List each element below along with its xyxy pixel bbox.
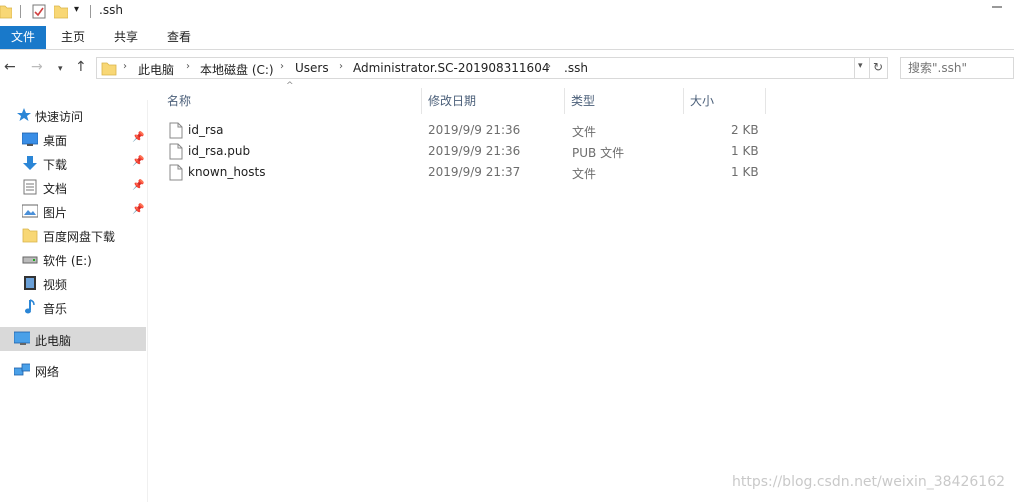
sidebar-item-this-pc[interactable]: 此电脑 [0, 327, 146, 351]
refresh-button[interactable]: ↻ [870, 57, 888, 79]
star-icon [17, 108, 31, 121]
breadcrumb-users[interactable]: Users [295, 61, 329, 75]
file-name: id_rsa.pub [188, 144, 251, 158]
download-arrow-icon [23, 156, 37, 170]
minimize-icon[interactable] [990, 2, 1004, 12]
crumb-separator-icon[interactable]: › [123, 61, 127, 72]
column-type[interactable]: 类型 [564, 88, 683, 114]
file-icon [169, 164, 183, 181]
sidebar-item-music[interactable]: 音乐 [0, 296, 146, 318]
pin-icon[interactable]: 📌 [132, 156, 144, 167]
navigation-bar: ← → ▾ ↑ › 此电脑 › 本地磁盘 (C:) › Users › Admi… [0, 55, 1014, 81]
file-date: 2019/9/9 21:37 [428, 165, 521, 179]
pin-icon[interactable]: 📌 [132, 180, 144, 191]
file-row[interactable]: known_hosts 2019/9/9 21:37 文件 1 KB [166, 162, 766, 183]
sidebar-item-videos[interactable]: 视频 [0, 272, 146, 294]
file-row[interactable]: id_rsa.pub 2019/9/9 21:36 PUB 文件 1 KB [166, 141, 766, 162]
crumb-separator-icon[interactable]: › [339, 61, 343, 72]
address-bar[interactable]: › 此电脑 › 本地磁盘 (C:) › Users › Administrato… [96, 57, 855, 79]
window-title: .ssh [99, 3, 123, 17]
chevron-down-icon: ▾ [858, 61, 863, 71]
sidebar-item-desktop[interactable]: 桌面 📌 [0, 128, 146, 150]
tab-file[interactable]: 文件 [0, 26, 46, 49]
drive-icon [22, 256, 38, 264]
sidebar-item-label: 音乐 [43, 302, 68, 316]
forward-arrow-icon[interactable]: → [31, 59, 43, 75]
customize-toolbar-icon[interactable]: ▾ [74, 4, 79, 20]
column-date-modified[interactable]: 修改日期 [421, 88, 564, 114]
tab-view[interactable]: 查看 [166, 26, 192, 49]
crumb-separator-icon[interactable]: › [280, 61, 284, 72]
pin-icon[interactable]: 📌 [132, 204, 144, 215]
breadcrumb-administrator[interactable]: Administrator.SC-201908311604 [353, 61, 549, 75]
tab-home[interactable]: 主页 [60, 26, 86, 49]
network-icon [14, 363, 30, 376]
file-name: id_rsa [188, 123, 224, 137]
crumb-separator-icon[interactable]: › [186, 61, 190, 72]
sidebar-item-label: 下载 [43, 158, 68, 172]
sidebar-item-label: 软件 (E:) [43, 254, 92, 268]
column-name[interactable]: 名称 [160, 88, 421, 114]
new-folder-icon[interactable] [54, 3, 68, 19]
sidebar-item-label: 文档 [43, 182, 68, 196]
music-note-icon [25, 299, 35, 314]
sidebar-item-label: 视频 [43, 278, 68, 292]
file-icon [169, 122, 183, 139]
refresh-icon: ↻ [873, 60, 884, 74]
ribbon-tabs: 文件 主页 共享 查看 [0, 26, 1014, 50]
file-type: 文件 [572, 167, 597, 181]
search-input[interactable] [900, 57, 1014, 79]
tab-share[interactable]: 共享 [113, 26, 139, 49]
folder-icon [101, 62, 117, 76]
sidebar-item-label: 快速访问 [35, 110, 84, 124]
recent-locations-icon[interactable]: ▾ [58, 61, 63, 77]
properties-check-icon[interactable] [32, 3, 46, 19]
sidebar-item-network[interactable]: 网络 [0, 359, 146, 381]
sidebar-item-documents[interactable]: 文档 📌 [0, 176, 146, 198]
file-row[interactable]: id_rsa 2019/9/9 21:36 文件 2 KB [166, 120, 766, 141]
sidebar-item-drive-e[interactable]: 软件 (E:) [0, 248, 146, 270]
file-size: 2 KB [731, 123, 759, 137]
sidebar-item-label: 桌面 [43, 134, 68, 148]
crumb-separator-icon[interactable]: › [547, 61, 551, 72]
file-type: 文件 [572, 125, 597, 139]
file-size: 1 KB [731, 165, 759, 179]
back-arrow-icon[interactable]: ← [4, 59, 16, 75]
sidebar-item-label: 此电脑 [35, 334, 72, 348]
sidebar-item-label: 百度网盘下载 [43, 230, 116, 244]
picture-icon [22, 204, 38, 218]
file-type: PUB 文件 [572, 146, 625, 160]
sidebar-item-quick-access[interactable]: 快速访问 [0, 104, 146, 126]
sidebar-item-label: 图片 [43, 206, 68, 220]
sidebar-item-baidu-downloads[interactable]: 百度网盘下载 [0, 224, 146, 246]
computer-icon [14, 331, 30, 345]
breadcrumb-this-pc[interactable]: 此电脑 [138, 61, 174, 78]
file-size: 1 KB [731, 144, 759, 158]
file-icon [169, 143, 183, 160]
folder-icon [0, 5, 12, 19]
breadcrumb-ssh[interactable]: .ssh [564, 61, 588, 75]
watermark: https://blog.csdn.net/weixin_38426162 [732, 474, 1006, 490]
title-bar: ▾ .ssh [0, 0, 1014, 24]
folder-icon [22, 228, 38, 243]
sidebar-item-downloads[interactable]: 下载 📌 [0, 152, 146, 174]
file-date: 2019/9/9 21:36 [428, 123, 521, 137]
navigation-pane: 快速访问 桌面 📌 下载 📌 文档 📌 图片 📌 百度网盘下载 软件 (E:) … [0, 100, 148, 502]
pin-icon[interactable]: 📌 [132, 132, 144, 143]
up-arrow-icon[interactable]: ↑ [75, 59, 87, 75]
document-icon [23, 179, 37, 195]
column-size[interactable]: 大小 [683, 88, 766, 114]
sidebar-item-label: 网络 [35, 365, 60, 379]
breadcrumb-local-disk[interactable]: 本地磁盘 (C:) [200, 61, 274, 78]
desktop-icon [22, 132, 38, 146]
sidebar-item-pictures[interactable]: 图片 📌 [0, 200, 146, 222]
video-icon [24, 276, 36, 290]
address-dropdown[interactable]: ▾ [855, 57, 870, 79]
file-date: 2019/9/9 21:36 [428, 144, 521, 158]
file-name: known_hosts [188, 165, 266, 179]
